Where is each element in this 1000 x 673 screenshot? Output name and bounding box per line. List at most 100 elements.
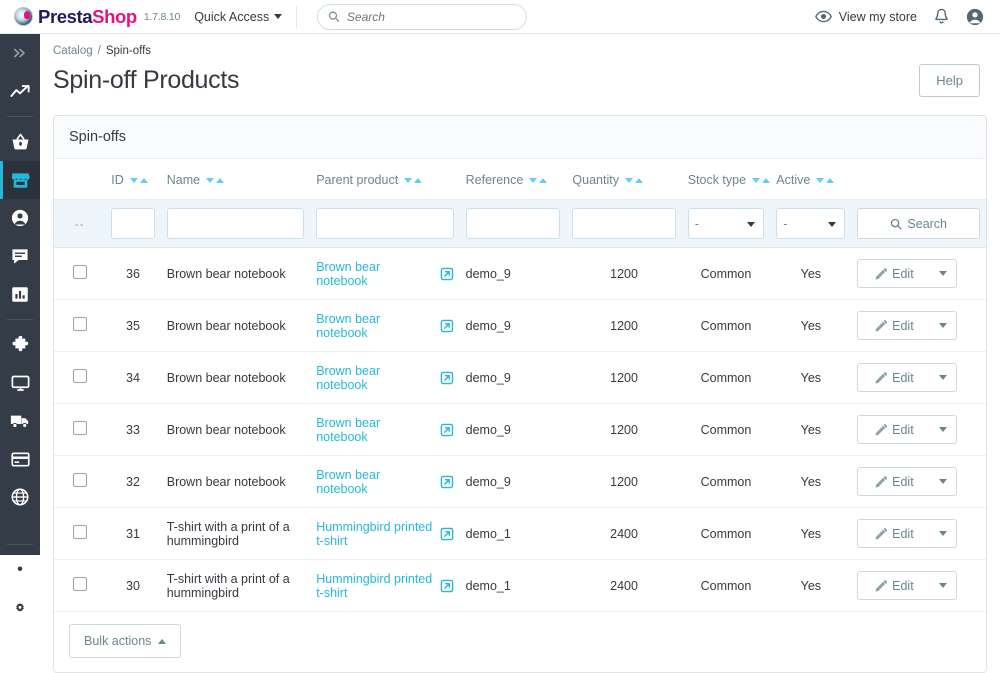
sidebar-item-stats[interactable] [0, 275, 40, 313]
row-parent-product-link[interactable]: Brown bear notebook [316, 260, 434, 288]
sort-desc-icon[interactable] [129, 177, 138, 183]
row-checkbox[interactable] [72, 473, 87, 487]
sidebar-item-shipping[interactable] [0, 402, 40, 440]
row-edit-button[interactable]: Edit [858, 416, 930, 443]
sort-asc-icon[interactable] [139, 177, 148, 183]
table-row[interactable]: 35 Brown bear notebook Brown bear notebo… [54, 299, 986, 352]
sort-desc-icon[interactable] [752, 177, 761, 183]
sort-desc-icon[interactable] [529, 177, 538, 183]
external-link-icon[interactable] [440, 475, 454, 489]
notifications-button[interactable] [934, 8, 949, 25]
sidebar-item-customers[interactable] [0, 199, 40, 237]
row-edit-button-group[interactable]: Edit [857, 259, 958, 288]
view-my-store-link[interactable]: View my store [814, 10, 917, 24]
row-edit-button[interactable]: Edit [858, 260, 930, 287]
sidebar-item-catalog[interactable] [0, 161, 40, 199]
help-button[interactable]: Help [919, 64, 980, 97]
table-row[interactable]: 32 Brown bear notebook Brown bear notebo… [54, 455, 986, 508]
th-name[interactable]: Name [160, 159, 311, 200]
th-id[interactable]: ID [105, 159, 161, 200]
bulk-actions-button[interactable]: Bulk actions [69, 624, 182, 658]
row-edit-button[interactable]: Edit [858, 364, 930, 391]
external-link-icon[interactable] [440, 423, 454, 437]
filter-quantity-input[interactable] [572, 208, 676, 239]
sidebar-item-modules[interactable] [0, 326, 40, 364]
row-edit-dropdown-toggle[interactable] [930, 260, 956, 287]
table-row[interactable]: 36 Brown bear notebook Brown bear notebo… [54, 247, 986, 300]
filter-reference-input[interactable] [465, 208, 561, 239]
sort-desc-icon[interactable] [624, 177, 633, 183]
th-reference[interactable]: Reference [459, 159, 567, 200]
row-checkbox[interactable] [72, 265, 87, 279]
brand-logo-area[interactable]: PrestaShop 1.7.8.10 [14, 6, 180, 28]
row-edit-button[interactable]: Edit [858, 520, 930, 547]
table-row[interactable]: 34 Brown bear notebook Brown bear notebo… [54, 351, 986, 404]
sort-desc-icon[interactable] [404, 177, 413, 183]
sort-desc-icon[interactable] [816, 177, 825, 183]
sidebar-item-payment[interactable] [0, 440, 40, 478]
row-edit-dropdown-toggle[interactable] [930, 468, 956, 495]
row-edit-dropdown-toggle[interactable] [930, 572, 956, 599]
row-checkbox[interactable] [72, 317, 87, 331]
global-search-box[interactable] [317, 3, 528, 30]
row-parent-product-link[interactable]: Brown bear notebook [316, 468, 434, 496]
row-parent-product-link[interactable]: Hummingbird printed t-shirt [316, 572, 433, 600]
row-edit-dropdown-toggle[interactable] [930, 520, 956, 547]
sidebar-item-design[interactable] [0, 364, 40, 402]
row-edit-dropdown-toggle[interactable] [930, 364, 956, 391]
sidebar-item-advanced-parameters[interactable] [0, 589, 40, 627]
row-parent-product-link[interactable]: Brown bear notebook [316, 312, 434, 340]
sort-asc-icon[interactable] [762, 177, 771, 183]
filter-parent-product-input[interactable] [316, 208, 454, 239]
external-link-icon[interactable] [440, 319, 454, 333]
sort-asc-icon[interactable] [826, 177, 835, 183]
row-checkbox[interactable] [72, 577, 87, 591]
row-edit-button[interactable]: Edit [858, 312, 930, 339]
filter-active-select[interactable]: - [776, 208, 846, 239]
filter-name-input[interactable] [166, 208, 305, 239]
row-checkbox[interactable] [72, 525, 87, 539]
sort-asc-icon[interactable] [634, 177, 643, 183]
sort-arrows-active[interactable] [816, 177, 835, 183]
th-quantity[interactable]: Quantity [566, 159, 682, 200]
row-parent-product-link[interactable]: Brown bear notebook [316, 416, 434, 444]
sort-asc-icon[interactable] [216, 177, 225, 183]
sidebar-item-expand-menu[interactable] [0, 34, 40, 72]
account-button[interactable] [966, 8, 984, 26]
sidebar-item-dashboard[interactable] [0, 72, 40, 110]
filter-stock-type-select[interactable]: - [687, 208, 765, 239]
filter-id-input[interactable] [111, 208, 155, 239]
search-input[interactable] [346, 9, 517, 24]
row-checkbox[interactable] [72, 369, 87, 383]
sort-arrows-reference[interactable] [529, 177, 548, 183]
th-parent-product[interactable]: Parent product [310, 159, 460, 200]
sort-asc-icon[interactable] [539, 177, 548, 183]
external-link-icon[interactable] [440, 527, 454, 541]
sort-arrows-stock-type[interactable] [752, 177, 771, 183]
row-edit-button-group[interactable]: Edit [857, 519, 958, 548]
sort-arrows-id[interactable] [129, 177, 148, 183]
row-parent-product-link[interactable]: Brown bear notebook [316, 364, 434, 392]
external-link-icon[interactable] [440, 579, 454, 593]
row-edit-dropdown-toggle[interactable] [930, 416, 956, 443]
row-edit-button-group[interactable]: Edit [857, 363, 958, 392]
table-row[interactable]: 31 T-shirt with a print of a hummingbird… [54, 507, 986, 560]
filter-search-button[interactable]: Search [857, 208, 980, 239]
table-row[interactable]: 30 T-shirt with a print of a hummingbird… [54, 559, 986, 612]
th-stock-type[interactable]: Stock type [681, 159, 771, 200]
sort-arrows-quantity[interactable] [624, 177, 643, 183]
table-row[interactable]: 33 Brown bear notebook Brown bear notebo… [54, 403, 986, 456]
row-parent-product-link[interactable]: Hummingbird printed t-shirt [316, 520, 433, 548]
row-edit-button-group[interactable]: Edit [857, 571, 958, 600]
sidebar-item-orders[interactable] [0, 123, 40, 161]
row-edit-button-group[interactable]: Edit [857, 311, 958, 340]
breadcrumb-parent-link[interactable]: Catalog [53, 45, 93, 57]
sidebar-item-shop-parameters[interactable] [0, 551, 40, 589]
row-checkbox[interactable] [72, 421, 87, 435]
sidebar-item-customer-service[interactable] [0, 237, 40, 275]
row-edit-dropdown-toggle[interactable] [930, 312, 956, 339]
sort-arrows-parent-product[interactable] [404, 177, 423, 183]
th-active[interactable]: Active [770, 159, 852, 200]
sidebar-item-international[interactable] [0, 478, 40, 516]
row-edit-button-group[interactable]: Edit [857, 415, 958, 444]
